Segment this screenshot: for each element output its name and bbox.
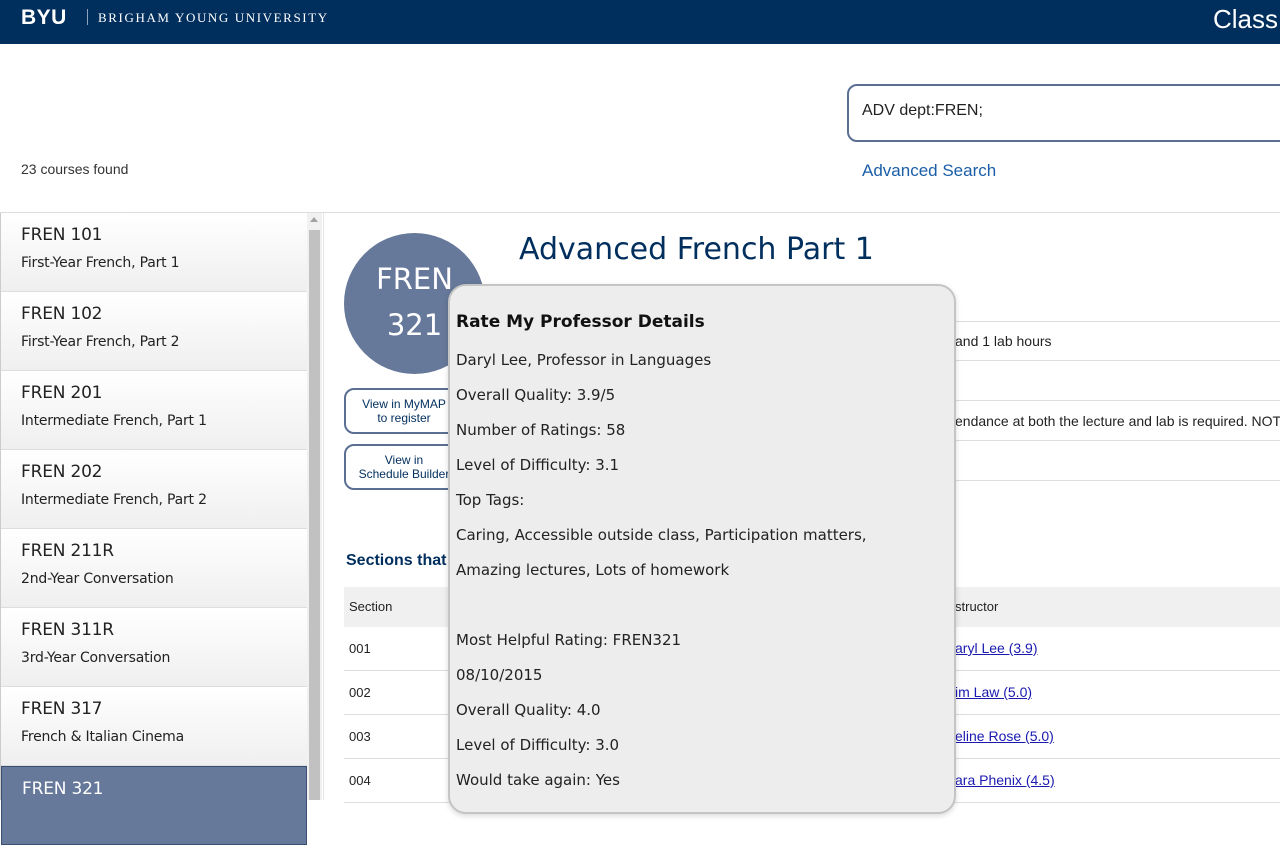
column-header-instructor[interactable]: structor	[955, 599, 998, 614]
section-number: 004	[349, 773, 371, 788]
most-helpful-rating: Most Helpful Rating: FREN321	[456, 631, 682, 649]
course-code: FREN 102	[21, 304, 103, 324]
panel-divider	[323, 213, 324, 800]
instructor-link[interactable]: eline Rose (5.0)	[955, 728, 1054, 744]
top-tags-line-1: Caring, Accessible outside class, Partic…	[456, 526, 867, 544]
course-code: FREN 317	[21, 699, 103, 719]
professor-name: Daryl Lee, Professor in Languages	[456, 351, 712, 369]
number-of-ratings: Number of Ratings: 58	[456, 421, 626, 439]
course-code: FREN 311R	[21, 620, 114, 640]
overall-quality: Overall Quality: 3.9/5	[456, 386, 616, 404]
course-name: 2nd-Year Conversation	[21, 571, 174, 587]
section-number: 003	[349, 729, 371, 744]
course-item-fren-102[interactable]: FREN 102 First-Year French, Part 2	[1, 292, 307, 371]
university-name[interactable]: BRIGHAM YOUNG UNIVERSITY	[98, 10, 329, 26]
search-input[interactable]	[862, 102, 1262, 120]
course-item-fren-311r[interactable]: FREN 311R 3rd-Year Conversation	[1, 608, 307, 687]
scroll-up-arrow-icon[interactable]	[310, 217, 318, 222]
course-title: Advanced French Part 1	[519, 232, 874, 267]
course-code: FREN 201	[21, 383, 103, 403]
instructor-link[interactable]: ara Phenix (4.5)	[955, 772, 1055, 788]
view-in-mymap-button[interactable]: View in MyMAP to register	[344, 388, 464, 434]
popup-title: Rate My Professor Details	[456, 312, 705, 332]
app-title: Class	[1213, 4, 1279, 34]
course-code: FREN 202	[21, 462, 103, 482]
rating-overall-quality: Overall Quality: 4.0	[456, 701, 601, 719]
section-number: 001	[349, 641, 371, 656]
top-tags-label: Top Tags:	[456, 491, 525, 509]
instructor-link[interactable]: aryl Lee (3.9)	[955, 640, 1037, 656]
column-header-section[interactable]: Section	[349, 599, 392, 614]
results-count: 23 courses found	[21, 161, 129, 177]
search-box[interactable]	[847, 84, 1280, 142]
instructor-link[interactable]: im Law (5.0)	[955, 684, 1032, 700]
rating-date: 08/10/2015	[456, 666, 543, 684]
course-item-fren-202[interactable]: FREN 202 Intermediate French, Part 2	[1, 450, 307, 529]
course-name: First-Year French, Part 1	[21, 255, 180, 271]
course-name: 3rd-Year Conversation	[21, 650, 171, 666]
course-list: FREN 101 First-Year French, Part 1 FREN …	[0, 213, 307, 845]
section-number: 002	[349, 685, 371, 700]
view-in-schedule-builder-button[interactable]: View in Schedule Builder	[344, 444, 464, 490]
level-of-difficulty: Level of Difficulty: 3.1	[456, 456, 620, 474]
rating-difficulty: Level of Difficulty: 3.0	[456, 736, 620, 754]
course-code: FREN 321	[22, 779, 104, 799]
top-tags-line-2: Amazing lectures, Lots of homework	[456, 561, 730, 579]
course-item-fren-201[interactable]: FREN 201 Intermediate French, Part 1	[1, 371, 307, 450]
top-bar: BYU BRIGHAM YOUNG UNIVERSITY Class	[0, 0, 1280, 44]
rate-my-professor-popup: Rate My Professor Details Daryl Lee, Pro…	[448, 284, 956, 814]
course-name: French & Italian Cinema	[21, 729, 185, 745]
byu-logo[interactable]: BYU	[21, 6, 67, 30]
course-name: Intermediate French, Part 2	[21, 492, 207, 508]
scroll-thumb[interactable]	[309, 230, 320, 800]
course-name: Intermediate French, Part 1	[21, 413, 207, 429]
course-name: First-Year French, Part 2	[21, 334, 180, 350]
course-note: endance at both the lecture and lab is r…	[955, 413, 1280, 429]
course-item-fren-317[interactable]: FREN 317 French & Italian Cinema	[1, 687, 307, 766]
course-hours: and 1 lab hours	[955, 333, 1052, 349]
logo-divider	[87, 9, 88, 25]
course-code: FREN 211R	[21, 541, 114, 561]
advanced-search-link[interactable]: Advanced Search	[862, 161, 996, 181]
course-item-fren-101[interactable]: FREN 101 First-Year French, Part 1	[1, 213, 307, 292]
course-item-fren-211r[interactable]: FREN 211R 2nd-Year Conversation	[1, 529, 307, 608]
course-item-fren-321[interactable]: FREN 321	[1, 766, 307, 845]
would-take-again: Would take again: Yes	[456, 771, 620, 789]
sidebar-scrollbar[interactable]	[307, 213, 322, 800]
course-code: FREN 101	[21, 225, 103, 245]
